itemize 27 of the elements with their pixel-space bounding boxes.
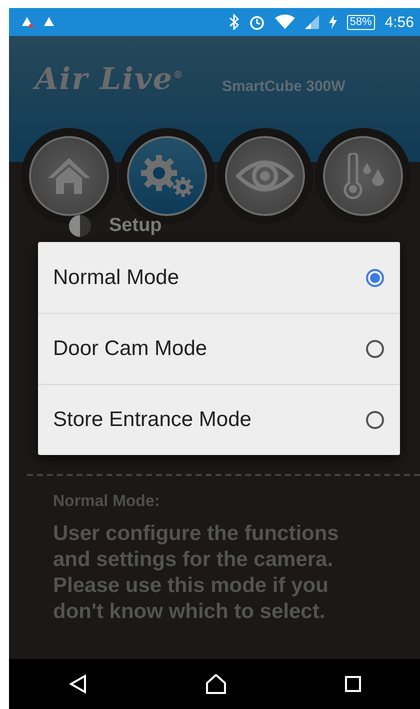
back-icon[interactable] bbox=[68, 674, 88, 694]
battery-level: 58% bbox=[346, 14, 375, 30]
radio-button[interactable] bbox=[366, 268, 384, 286]
radio-button[interactable] bbox=[366, 340, 384, 358]
mode-option[interactable]: Door Cam Mode bbox=[53, 337, 208, 361]
eye-icon bbox=[236, 159, 294, 193]
mode-option[interactable]: Normal Mode bbox=[53, 266, 180, 290]
model-name: SmartCube 300W bbox=[222, 78, 346, 95]
section-title: Setup bbox=[109, 215, 162, 237]
description-text: User configure the functions and settings for the camera. Please use this mode if you don't know which to select. bbox=[53, 521, 340, 625]
clock: 4:56 bbox=[384, 14, 414, 30]
gears-icon bbox=[139, 153, 195, 199]
wifi-icon bbox=[274, 14, 295, 30]
notification-icon bbox=[43, 16, 55, 28]
bluetooth-icon bbox=[228, 14, 239, 30]
home-icon[interactable] bbox=[204, 674, 226, 694]
brand-logo: Air Live$^{®}$ bbox=[35, 62, 184, 97]
mode-option[interactable]: Store Entrance Mode bbox=[53, 408, 252, 432]
recents-icon[interactable] bbox=[344, 675, 362, 693]
notification-icon bbox=[21, 16, 33, 28]
charging-icon bbox=[328, 15, 337, 29]
alarm-icon bbox=[248, 14, 265, 30]
description-title: Normal Mode: bbox=[53, 493, 161, 511]
radio-button[interactable] bbox=[366, 411, 384, 429]
signal-icon bbox=[304, 15, 319, 29]
half-circle-icon bbox=[69, 215, 91, 237]
home-icon bbox=[46, 156, 92, 196]
